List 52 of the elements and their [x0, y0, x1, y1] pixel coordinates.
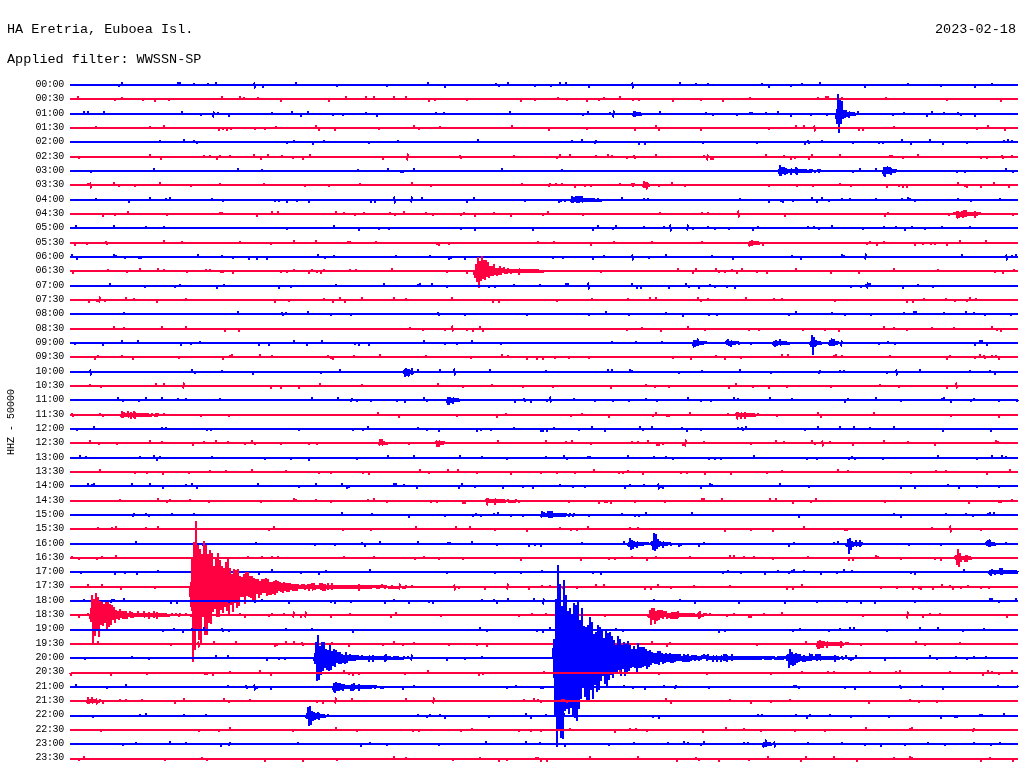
- time-label: 10:00: [35, 364, 64, 379]
- time-label: 14:00: [35, 479, 64, 494]
- time-label: 08:30: [35, 321, 64, 336]
- time-label: 14:30: [35, 493, 64, 508]
- time-label: 21:00: [35, 679, 64, 694]
- time-label: 15:30: [35, 522, 64, 537]
- time-label: 20:00: [35, 651, 64, 666]
- time-label: 09:30: [35, 350, 64, 365]
- time-label: 22:00: [35, 708, 64, 723]
- time-label: 23:00: [35, 737, 64, 752]
- time-label: 17:30: [35, 579, 64, 594]
- time-label: 00:00: [35, 78, 64, 92]
- time-label: 01:30: [35, 121, 64, 135]
- time-label: 06:00: [35, 249, 64, 264]
- time-label: 12:00: [35, 421, 64, 436]
- time-label: 19:30: [35, 636, 64, 651]
- time-label: 02:30: [35, 149, 64, 164]
- time-label: 01:00: [35, 106, 64, 121]
- time-label: 11:00: [35, 393, 64, 408]
- time-label: 23:30: [35, 751, 64, 766]
- time-label: 04:00: [35, 192, 64, 207]
- time-label: 19:00: [35, 622, 64, 637]
- filter-label: Applied filter: WWSSN-SP: [7, 52, 202, 67]
- channel-label: HHZ - 50000: [6, 389, 18, 455]
- time-label: 12:30: [35, 436, 64, 451]
- time-label: 15:00: [35, 507, 64, 522]
- time-label: 17:00: [35, 565, 64, 580]
- time-label: 13:00: [35, 450, 64, 465]
- date-label: 2023-02-18: [935, 21, 1016, 39]
- time-label: 09:00: [35, 335, 64, 350]
- time-label: 18:00: [35, 593, 64, 608]
- time-label: 16:00: [35, 536, 64, 551]
- time-label: 05:00: [35, 221, 64, 236]
- time-label: 03:00: [35, 163, 64, 178]
- time-label: 21:30: [35, 694, 64, 709]
- station-title: HA Eretria, Euboea Isl.: [7, 21, 194, 39]
- time-label: 03:30: [35, 178, 64, 193]
- time-label: 18:30: [35, 608, 64, 623]
- time-label: 02:00: [35, 135, 64, 150]
- time-label: 20:30: [35, 665, 64, 680]
- time-label: 16:30: [35, 550, 64, 565]
- time-label: 10:30: [35, 378, 64, 393]
- time-label: 04:30: [35, 206, 64, 221]
- time-label: 08:00: [35, 307, 64, 322]
- time-label: 13:30: [35, 464, 64, 479]
- time-label: 07:00: [35, 278, 64, 293]
- time-label: 05:30: [35, 235, 64, 250]
- time-label: 00:30: [35, 92, 64, 107]
- time-label: 11:30: [35, 407, 64, 422]
- time-label: 06:30: [35, 264, 64, 279]
- time-label: 22:30: [35, 722, 64, 737]
- time-label: 07:30: [35, 292, 64, 307]
